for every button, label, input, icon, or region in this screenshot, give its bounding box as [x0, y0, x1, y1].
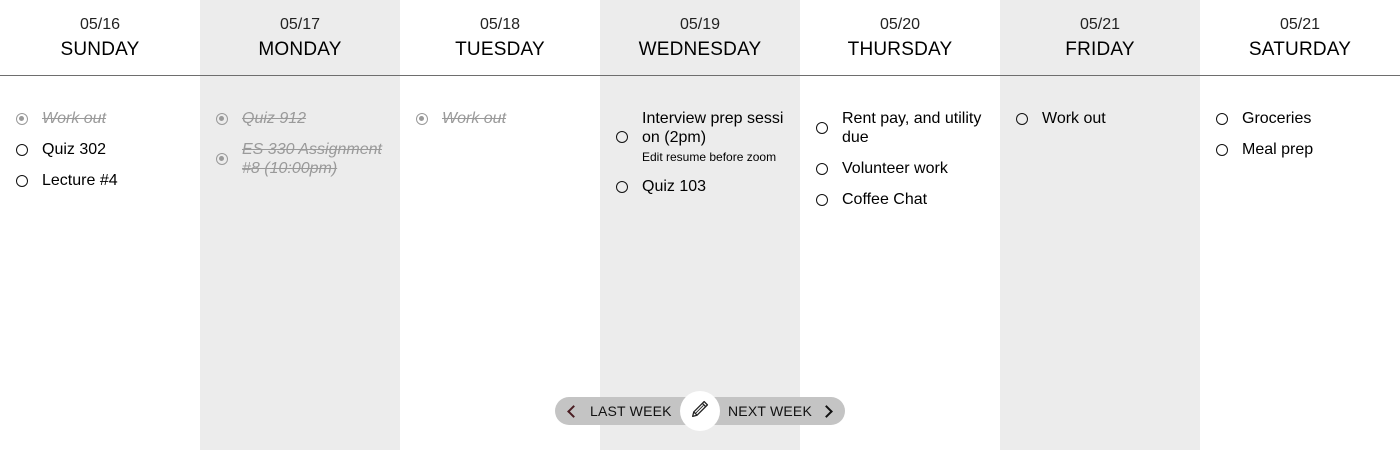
task-item[interactable]: Quiz 302: [16, 140, 200, 159]
next-week-button[interactable]: NEXT WEEK: [727, 397, 833, 425]
task-checkbox[interactable]: [616, 131, 628, 143]
day-column-sunday: 05/16 SUNDAY Work out Quiz 302 Lecture #…: [0, 0, 200, 450]
task-checkbox[interactable]: [16, 112, 28, 125]
pencil-icon: [689, 398, 711, 425]
task-checkbox[interactable]: [816, 122, 828, 134]
task-label: Rent pay, and utility due: [842, 110, 982, 146]
day-header: 05/16 SUNDAY: [0, 0, 200, 75]
task-note: Edit resume before zoom: [642, 150, 777, 164]
day-date: 05/18: [479, 16, 521, 33]
chevron-left-icon: [567, 404, 580, 418]
day-header: 05/19 WEDNESDAY: [600, 0, 800, 75]
task-checkbox[interactable]: [416, 112, 428, 125]
day-name: TUESDAY: [455, 39, 545, 60]
day-header: 05/18 TUESDAY: [400, 0, 600, 75]
task-label: Lecture #4: [42, 172, 118, 189]
task-item[interactable]: Interview prep session (2pm) Edit resume…: [616, 109, 800, 165]
day-date: 05/21: [1079, 16, 1121, 33]
task-list: Rent pay, and utility due Volunteer work…: [800, 75, 1000, 209]
task-list: Interview prep session (2pm) Edit resume…: [600, 75, 800, 196]
day-name: FRIDAY: [1065, 39, 1135, 60]
day-name: SATURDAY: [1248, 39, 1352, 60]
week-view: 05/16 SUNDAY Work out Quiz 302 Lecture #…: [0, 0, 1400, 450]
task-item[interactable]: Groceries: [1216, 109, 1400, 128]
task-label: Groceries: [1242, 110, 1312, 127]
day-header: 05/21 SATURDAY: [1200, 0, 1400, 75]
day-column-saturday: 05/21 SATURDAY Groceries Meal prep: [1200, 0, 1400, 450]
task-item[interactable]: Volunteer work: [816, 159, 1000, 178]
last-week-label: LAST WEEK: [590, 403, 672, 419]
task-checkbox[interactable]: [1216, 143, 1228, 156]
task-item[interactable]: Work out: [16, 109, 200, 128]
task-list: Quiz 912 ES 330 Assignment #8 (10:00pm): [200, 75, 400, 178]
day-column-friday: 05/21 FRIDAY Work out: [1000, 0, 1200, 450]
task-checkbox[interactable]: [16, 174, 28, 187]
task-item[interactable]: Quiz 912: [216, 109, 400, 128]
task-label: Quiz 912: [242, 110, 307, 127]
task-item[interactable]: ES 330 Assignment #8 (10:00pm): [216, 140, 400, 178]
day-column-tuesday: 05/18 TUESDAY Work out: [400, 0, 600, 450]
task-list: Groceries Meal prep: [1200, 75, 1400, 159]
task-item[interactable]: Quiz 103: [616, 177, 800, 196]
task-label: Work out: [442, 110, 507, 127]
task-checkbox[interactable]: [216, 112, 228, 125]
task-checkbox[interactable]: [1216, 112, 1228, 125]
task-item[interactable]: Work out: [416, 109, 600, 128]
task-label: ES 330 Assignment #8 (10:00pm): [242, 141, 382, 177]
day-column-thursday: 05/20 THURSDAY Rent pay, and utility due…: [800, 0, 1000, 450]
chevron-right-icon: [820, 404, 833, 418]
task-label: Quiz 103: [642, 178, 707, 195]
edit-button[interactable]: [680, 391, 720, 431]
day-name: THURSDAY: [847, 39, 953, 60]
task-checkbox[interactable]: [216, 153, 228, 165]
next-week-label: NEXT WEEK: [727, 403, 812, 419]
day-header: 05/20 THURSDAY: [800, 0, 1000, 75]
day-header: 05/21 FRIDAY: [1000, 0, 1200, 75]
task-label: Coffee Chat: [842, 191, 928, 208]
day-name: WEDNESDAY: [638, 39, 762, 60]
task-label: Meal prep: [1242, 141, 1314, 158]
task-label: Volunteer work: [842, 160, 948, 177]
task-checkbox[interactable]: [1016, 112, 1028, 125]
day-column-monday: 05/17 MONDAY Quiz 912 ES 330 Assignment …: [200, 0, 400, 450]
task-label: Interview prep session (2pm): [642, 110, 784, 146]
task-checkbox[interactable]: [816, 193, 828, 206]
day-date: 05/20: [879, 16, 921, 33]
task-list: Work out: [400, 75, 600, 128]
task-checkbox[interactable]: [816, 162, 828, 175]
day-name: SUNDAY: [60, 39, 140, 60]
day-date: 05/17: [279, 16, 321, 33]
header-divider: [0, 75, 1400, 76]
task-label: Quiz 302: [42, 141, 107, 158]
task-item[interactable]: Coffee Chat: [816, 190, 1000, 209]
task-item[interactable]: Work out: [1016, 109, 1200, 128]
task-label: Work out: [42, 110, 107, 127]
day-header: 05/17 MONDAY: [200, 0, 400, 75]
task-checkbox[interactable]: [16, 143, 28, 156]
last-week-button[interactable]: LAST WEEK: [567, 397, 672, 425]
task-item[interactable]: Lecture #4: [16, 171, 200, 190]
task-label: Work out: [1042, 110, 1106, 127]
task-checkbox[interactable]: [616, 180, 628, 193]
task-item[interactable]: Meal prep: [1216, 140, 1400, 159]
day-date: 05/21: [1279, 16, 1321, 33]
task-list: Work out Quiz 302 Lecture #4: [0, 75, 200, 190]
day-date: 05/16: [79, 16, 121, 33]
day-column-wednesday: 05/19 WEDNESDAY Interview prep session (…: [600, 0, 800, 450]
task-list: Work out: [1000, 75, 1200, 128]
day-name: MONDAY: [258, 39, 342, 60]
task-item[interactable]: Rent pay, and utility due: [816, 109, 1000, 147]
day-date: 05/19: [679, 16, 721, 33]
